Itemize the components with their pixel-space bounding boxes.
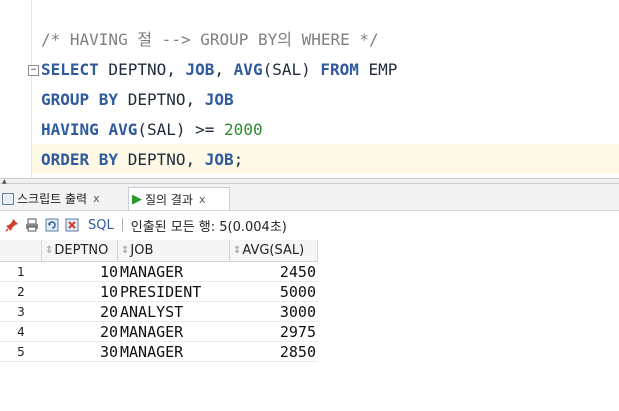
column-header-deptno[interactable]: ⇕ DEPTNO (42, 240, 118, 262)
row-divider (0, 361, 318, 362)
sort-icon[interactable]: ⇕ (121, 245, 129, 256)
tab-query-result-close-icon[interactable]: x (199, 193, 206, 206)
sql-text: DEPTNO, (118, 90, 205, 109)
table-cell-deptno[interactable]: 10 (42, 282, 118, 302)
table-cell-avg[interactable]: 2450 (230, 262, 316, 282)
code-line[interactable]: /* HAVING 절 --> GROUP BY의 WHERE */ (41, 25, 379, 55)
column-header-label: AVG(SAL) (242, 243, 305, 258)
sort-icon[interactable]: ⇕ (45, 245, 53, 256)
script-output-icon (2, 192, 14, 205)
row-number[interactable]: 4 (0, 322, 42, 342)
table-cell-avg[interactable]: 5000 (230, 282, 316, 302)
column-header-label: JOB (130, 243, 154, 258)
column-header-avg-sal[interactable]: ⇕ AVG(SAL) (230, 240, 318, 262)
sql-keyword: JOB (204, 90, 234, 109)
table-cell-deptno[interactable]: 10 (42, 262, 118, 282)
tab-query-result[interactable]: ▶ 질의 결과 x (128, 187, 230, 210)
row-number[interactable]: 2 (0, 282, 42, 302)
fetch-status: 인출된 모든 행: 5(0.004초) (130, 219, 287, 235)
table-cell-job[interactable]: MANAGER (118, 342, 232, 362)
tab-script-output-label: 스크립트 출력 (17, 192, 88, 206)
column-header-label: DEPTNO (54, 243, 109, 258)
editor-gutter (0, 0, 28, 178)
sql-keyword: HAVING (41, 120, 99, 139)
sql-keyword: GROUP BY (41, 90, 119, 109)
code-line[interactable]: GROUP BY DEPTNO, JOB (41, 85, 234, 115)
sql-text: DEPTNO, (118, 150, 205, 169)
cancel-query-icon[interactable] (64, 217, 80, 233)
toolbar-separator (121, 218, 123, 232)
sql-keyword: AVG (108, 120, 138, 139)
sql-text: (SAL) >= (137, 120, 225, 139)
sql-text: (SAL) (262, 60, 321, 79)
sql-text: DEPTNO, (98, 60, 186, 79)
table-cell-deptno[interactable]: 20 (42, 322, 118, 342)
sort-icon[interactable]: ⇕ (233, 245, 241, 256)
sql-keyword: AVG (233, 60, 263, 79)
table-cell-avg[interactable]: 2975 (230, 322, 316, 342)
table-cell-job[interactable]: ANALYST (118, 302, 232, 322)
sql-text: , (214, 60, 234, 79)
sql-keyword: JOB (185, 60, 215, 79)
row-number-header (0, 240, 42, 262)
sql-keyword: FROM (320, 60, 359, 79)
sql-editor[interactable]: − /* HAVING 절 --> GROUP BY의 WHERE */ SELE… (0, 0, 619, 178)
result-toolbar: SQL 인출된 모든 행: 5(0.004초) (0, 211, 619, 239)
tab-script-output-close-icon[interactable]: x (93, 192, 100, 205)
tab-query-result-label: 질의 결과 (145, 192, 193, 207)
sql-text: ; (233, 150, 244, 169)
table-cell-deptno[interactable]: 30 (42, 342, 118, 362)
run-query-icon: ▶ (132, 191, 142, 207)
row-number[interactable]: 5 (0, 342, 42, 362)
fold-toggle-icon[interactable]: − (28, 65, 39, 76)
table-cell-job[interactable]: MANAGER (118, 262, 232, 282)
table-cell-avg[interactable]: 3000 (230, 302, 316, 322)
sql-text: EMP (358, 60, 398, 79)
sql-comment: /* HAVING 절 --> GROUP BY의 WHERE */ (41, 30, 379, 49)
table-cell-job[interactable]: MANAGER (118, 322, 232, 342)
sql-number: 2000 (224, 120, 263, 139)
row-number[interactable]: 3 (0, 302, 42, 322)
column-header-job[interactable]: ⇕ JOB (118, 240, 230, 262)
sql-button[interactable]: SQL (88, 218, 114, 233)
row-number[interactable]: 1 (0, 262, 42, 282)
tab-script-output[interactable]: 스크립트 출력 x (2, 187, 126, 210)
code-line[interactable]: HAVING AVG(SAL) >= 2000 (41, 115, 263, 145)
table-cell-job[interactable]: PRESIDENT (118, 282, 232, 302)
output-tab-bar: 스크립트 출력 x ▶ 질의 결과 x (0, 184, 619, 211)
sql-keyword: ORDER BY (41, 150, 119, 169)
code-line[interactable]: SELECT DEPTNO, JOB, AVG(SAL) FROM EMP (41, 55, 397, 85)
refresh-icon[interactable] (44, 217, 60, 233)
pin-icon[interactable] (4, 217, 20, 233)
sql-keyword: JOB (204, 150, 234, 169)
sql-keyword: SELECT (41, 60, 99, 79)
table-cell-avg[interactable]: 2850 (230, 342, 316, 362)
print-icon[interactable] (24, 217, 40, 233)
code-line[interactable]: ORDER BY DEPTNO, JOB; (41, 145, 243, 175)
table-cell-deptno[interactable]: 20 (42, 302, 118, 322)
